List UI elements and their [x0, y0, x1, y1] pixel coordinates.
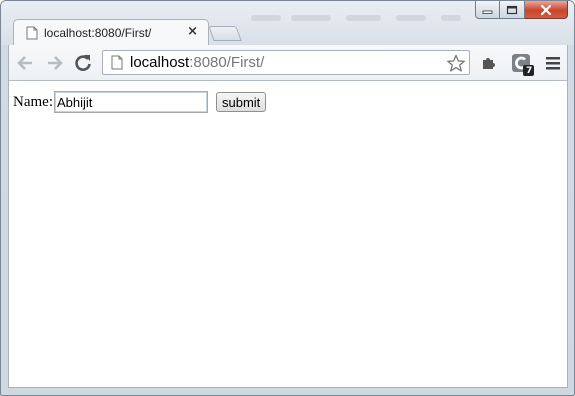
- background-blur: [396, 15, 426, 21]
- background-blur: [346, 15, 381, 21]
- close-icon: [540, 4, 552, 15]
- extensions-button[interactable]: [479, 53, 499, 73]
- page-icon: [26, 26, 38, 45]
- background-blur: [251, 15, 281, 21]
- arrow-right-icon: [48, 56, 63, 70]
- name-input[interactable]: [53, 91, 208, 113]
- puzzle-icon: [483, 58, 495, 69]
- address-bar[interactable]: localhost:8080/First/: [102, 50, 470, 75]
- star-icon: [447, 54, 465, 72]
- maximize-button[interactable]: [500, 1, 525, 19]
- forward-button[interactable]: [45, 53, 65, 73]
- bookmark-star-button[interactable]: [445, 52, 467, 74]
- reload-button[interactable]: [73, 53, 93, 73]
- name-form: Name: submit: [13, 91, 267, 113]
- close-window-button[interactable]: [525, 1, 568, 19]
- url-text[interactable]: localhost:8080/First/: [130, 54, 264, 71]
- minimize-icon: [482, 10, 492, 14]
- new-tab-button[interactable]: [208, 26, 242, 41]
- window-controls: [475, 1, 568, 21]
- url-path: :8080/First/: [189, 54, 265, 71]
- toolbar: localhost:8080/First/ 7: [8, 45, 568, 81]
- page-content: Name: submit: [8, 81, 568, 388]
- extension-badge-button[interactable]: 7: [510, 51, 534, 77]
- reload-icon: [75, 55, 91, 71]
- hamburger-icon: [546, 57, 560, 70]
- back-button[interactable]: [15, 53, 35, 73]
- browser-tab[interactable]: localhost:8080/First/ ×: [13, 19, 209, 46]
- tab-close-icon[interactable]: ×: [187, 24, 198, 39]
- submit-button[interactable]: submit: [215, 92, 267, 112]
- page-icon: [111, 55, 123, 75]
- browser-window: localhost:8080/First/ × localhost:8080/F…: [0, 0, 575, 396]
- url-host: localhost: [130, 54, 190, 71]
- maximize-icon: [506, 5, 518, 14]
- extension-badge-count: 7: [526, 66, 533, 76]
- background-blur: [291, 15, 331, 21]
- arrow-left-icon: [17, 56, 32, 70]
- menu-button[interactable]: [543, 53, 563, 73]
- minimize-button[interactable]: [475, 1, 500, 19]
- background-blur: [441, 15, 461, 21]
- name-label: Name:: [13, 93, 53, 110]
- tab-title: localhost:8080/First/: [44, 26, 152, 40]
